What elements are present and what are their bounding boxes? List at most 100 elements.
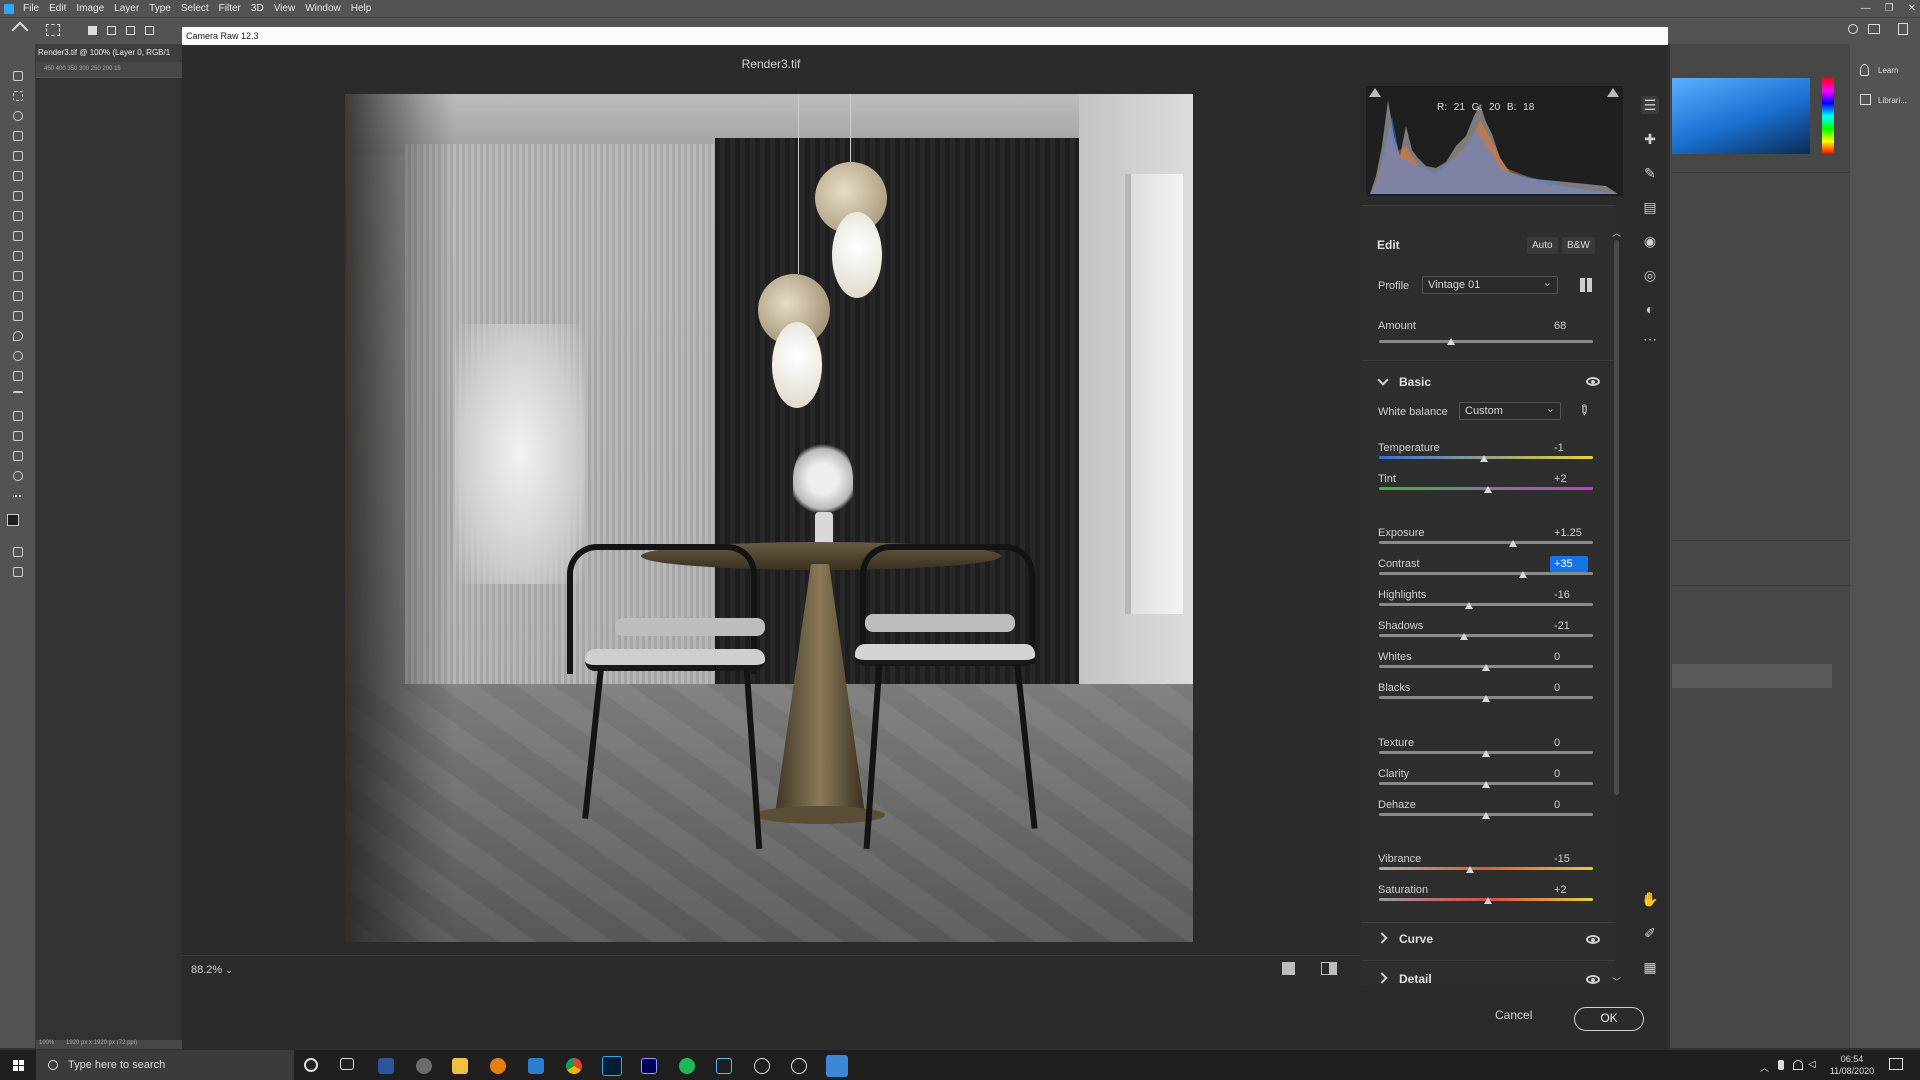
- menu-type[interactable]: Type: [144, 3, 176, 14]
- notifications-icon[interactable]: [1889, 1058, 1903, 1070]
- zoom-level[interactable]: 88.2% ⌄: [191, 964, 233, 976]
- search-icon[interactable]: [1848, 24, 1858, 34]
- brush-tool-icon[interactable]: [10, 228, 26, 244]
- healing-icon[interactable]: ✚: [1641, 130, 1659, 148]
- menu-edit[interactable]: Edit: [44, 3, 71, 14]
- highlights-value[interactable]: -16: [1550, 587, 1588, 603]
- volume-icon[interactable]: ◁: [1808, 1059, 1816, 1070]
- menu-file[interactable]: File: [18, 3, 44, 14]
- frame-tool-icon[interactable]: [10, 168, 26, 184]
- shadows-track[interactable]: [1379, 634, 1593, 637]
- close-icon[interactable]: ✕: [1908, 3, 1916, 14]
- app-icon[interactable]: [378, 1058, 394, 1074]
- amount-value[interactable]: 68: [1550, 318, 1588, 334]
- path-selection-tool-icon[interactable]: [10, 408, 26, 424]
- blur-tool-icon[interactable]: [10, 328, 26, 344]
- hand-tool-icon[interactable]: [10, 448, 26, 464]
- more-tools-icon[interactable]: [10, 488, 26, 504]
- add-selection-icon[interactable]: [107, 26, 116, 35]
- highlights-thumb[interactable]: [1464, 602, 1473, 609]
- vibrance-value[interactable]: -15: [1550, 851, 1588, 867]
- curve-section-title[interactable]: Curve: [1399, 932, 1433, 946]
- detail-section-title[interactable]: Detail: [1399, 972, 1432, 986]
- layer-row[interactable]: [1672, 664, 1832, 688]
- move-tool-icon[interactable]: [10, 68, 26, 84]
- quick-mask-icon[interactable]: [10, 544, 26, 560]
- dodge-tool-icon[interactable]: [10, 348, 26, 364]
- clarity-thumb[interactable]: [1482, 781, 1490, 788]
- clone-stamp-tool-icon[interactable]: [10, 248, 26, 264]
- white-balance-dropdown[interactable]: Custom: [1459, 402, 1561, 420]
- bw-button[interactable]: B&W: [1562, 237, 1595, 254]
- cancel-button[interactable]: Cancel: [1495, 1008, 1532, 1022]
- detail-visibility-eye-icon[interactable]: [1586, 975, 1600, 984]
- zoom-tool-icon[interactable]: [10, 468, 26, 484]
- panel-scrollbar[interactable]: [1614, 240, 1619, 795]
- subtract-selection-icon[interactable]: [126, 26, 135, 35]
- new-selection-icon[interactable]: [88, 26, 97, 35]
- temperature-thumb[interactable]: [1479, 455, 1488, 462]
- foreground-color-swatch[interactable]: [7, 514, 19, 526]
- graduated-filter-icon[interactable]: ▤: [1641, 198, 1659, 216]
- temperature-value[interactable]: -1: [1550, 440, 1588, 456]
- texture-thumb[interactable]: [1482, 750, 1490, 757]
- document-tab[interactable]: Render3.tif @ 100% (Layer 0, RGB/1: [36, 44, 182, 62]
- hue-slider[interactable]: [1822, 78, 1834, 154]
- lasso-icon[interactable]: [46, 24, 60, 36]
- tint-value[interactable]: +2: [1550, 471, 1588, 487]
- pen-tool-icon[interactable]: [10, 368, 26, 384]
- type-tool-icon[interactable]: [10, 388, 26, 404]
- learn-icon[interactable]: [1860, 64, 1869, 76]
- libraries-label[interactable]: Librari...: [1878, 96, 1907, 105]
- whites-thumb[interactable]: [1482, 664, 1490, 671]
- premiere-icon[interactable]: [641, 1058, 657, 1074]
- learn-label[interactable]: Learn: [1878, 66, 1898, 75]
- scroll-down-icon[interactable]: ﹀: [1612, 975, 1621, 988]
- eyedropper-tool-icon[interactable]: [10, 188, 26, 204]
- task-view-icon[interactable]: [340, 1058, 354, 1070]
- paint-bucket-tool-icon[interactable]: [10, 308, 26, 324]
- mic-icon[interactable]: [1778, 1060, 1784, 1070]
- chrome-icon[interactable]: [566, 1058, 582, 1074]
- basic-section-title[interactable]: Basic: [1399, 375, 1431, 389]
- shadows-thumb[interactable]: [1459, 633, 1468, 640]
- texture-value[interactable]: 0: [1550, 735, 1588, 751]
- dehaze-thumb[interactable]: [1482, 812, 1490, 819]
- saturation-value[interactable]: +2: [1550, 882, 1588, 898]
- spotify-icon[interactable]: [679, 1058, 695, 1074]
- libraries-icon[interactable]: [1860, 94, 1871, 105]
- line-tool-icon[interactable]: [10, 428, 26, 444]
- magic-wand-tool-icon[interactable]: [10, 128, 26, 144]
- scroll-up-icon[interactable]: ︿: [1612, 226, 1621, 239]
- intersect-selection-icon[interactable]: [145, 26, 154, 35]
- tint-thumb[interactable]: [1484, 486, 1493, 493]
- home-icon[interactable]: [11, 21, 29, 39]
- dehaze-value[interactable]: 0: [1550, 797, 1588, 813]
- presets-icon[interactable]: ◐: [1641, 300, 1659, 318]
- tray-chevron-icon[interactable]: ︿: [1760, 1061, 1769, 1074]
- whites-value[interactable]: 0: [1550, 649, 1588, 665]
- single-view-icon[interactable]: [1282, 962, 1295, 975]
- menu-window[interactable]: Window: [300, 3, 346, 14]
- share-icon[interactable]: [1898, 23, 1908, 35]
- menu-select[interactable]: Select: [176, 3, 214, 14]
- healing-brush-tool-icon[interactable]: [10, 208, 26, 224]
- exposure-value[interactable]: +1.25: [1550, 525, 1588, 541]
- exposure-track[interactable]: [1379, 541, 1593, 544]
- app-icon[interactable]: [791, 1058, 807, 1074]
- taskbar-search[interactable]: Type here to search: [36, 1050, 294, 1080]
- basic-visibility-eye-icon[interactable]: [1586, 377, 1600, 386]
- shadows-value[interactable]: -21: [1550, 618, 1588, 634]
- menu-view[interactable]: View: [269, 3, 301, 14]
- exposure-thumb[interactable]: [1508, 540, 1517, 547]
- minimize-icon[interactable]: —: [1861, 3, 1871, 14]
- highlight-clipping-icon[interactable]: [1607, 88, 1619, 97]
- restore-icon[interactable]: ❐: [1885, 3, 1894, 14]
- history-brush-tool-icon[interactable]: [10, 268, 26, 284]
- saturation-thumb[interactable]: [1484, 897, 1493, 904]
- photoshop-icon[interactable]: [602, 1056, 622, 1076]
- profile-browser-icon[interactable]: [1580, 278, 1594, 292]
- taskbar-clock[interactable]: 06:54 11/08/2020: [1822, 1053, 1882, 1077]
- contrast-track[interactable]: [1379, 572, 1593, 575]
- ok-button[interactable]: OK: [1574, 1007, 1644, 1031]
